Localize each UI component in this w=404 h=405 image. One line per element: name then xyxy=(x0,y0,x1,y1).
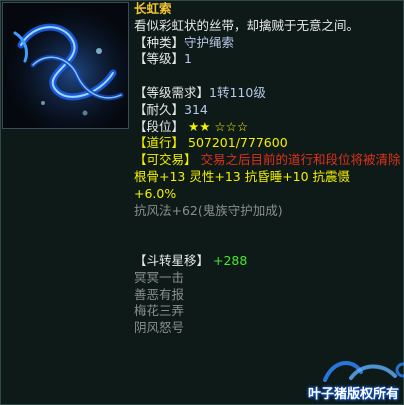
rank-empty-stars-icon: ☆☆☆ xyxy=(214,118,249,134)
skill-item: 梅花三弄 xyxy=(134,303,185,319)
item-stats-line-1: 根骨+13 灵性+13 抗昏睡+10 抗震慑 xyxy=(134,168,351,184)
item-tooltip-panel: 长虹索 看似彩虹状的丝带，却擒贼于无意之间。 【种类】守护绳索 【等级】1 【等… xyxy=(0,0,404,405)
item-durability-row: 【耐久】314 xyxy=(134,102,402,119)
item-trade-row: 【可交易】 交易之后目前的道行和段位将被清除 xyxy=(134,152,402,169)
item-dao-row: 【道行】 507201/777600 xyxy=(134,135,402,152)
item-info: 长虹索 看似彩虹状的丝带，却擒贼于无意之间。 【种类】守护绳索 【等级】1 【等… xyxy=(134,1,402,337)
item-type-label: 【种类】 xyxy=(134,34,185,50)
watermark-text: 叶子猪版权所有 xyxy=(307,387,399,402)
item-requirement-label: 【等级需求】 xyxy=(134,84,210,100)
item-description: 看似彩虹状的丝带，却擒贼于无意之间。 xyxy=(134,17,360,33)
item-level-label: 【等级】 xyxy=(134,51,185,67)
item-dao-value: 507201/777600 xyxy=(188,135,288,151)
item-dao-label: 【道行】 xyxy=(134,135,185,151)
rope-ribbon-illustration xyxy=(3,3,128,128)
item-rank-row: 【段位】 ★★ ☆☆☆ xyxy=(134,119,402,136)
item-rank-label: 【段位】 xyxy=(134,118,185,134)
skill-item: 冥冥一击 xyxy=(134,269,185,285)
item-type-row: 【种类】守护绳索 xyxy=(134,35,402,52)
item-level-row: 【等级】1 xyxy=(134,51,402,68)
star-move-value: +288 xyxy=(213,252,248,268)
skill-item: 阴风怒号 xyxy=(134,320,185,336)
item-durability-label: 【耐久】 xyxy=(134,101,185,117)
item-resist-line: 抗风法+62(鬼族守护加成) xyxy=(134,202,283,218)
rainbow-rope-item-icon xyxy=(2,2,129,129)
item-requirement-value: 1转110级 xyxy=(209,84,266,100)
item-level-value: 1 xyxy=(184,51,192,67)
item-trade-label: 【可交易】 xyxy=(134,152,197,168)
item-requirement-row: 【等级需求】1转110级 xyxy=(134,85,402,102)
item-type-value: 守护绳索 xyxy=(184,34,235,50)
watermark: 叶子猪版权所有 xyxy=(299,354,404,404)
item-trade-value: 交易之后目前的道行和段位将被清除 xyxy=(200,152,401,168)
item-durability-value: 314 xyxy=(184,101,208,117)
yezizhu-logo-icon xyxy=(323,361,404,382)
item-name: 长虹索 xyxy=(134,1,172,16)
skill-item: 善恶有报 xyxy=(134,286,185,302)
rank-filled-stars-icon: ★★ xyxy=(188,118,211,134)
star-move-label: 【斗转星移】 xyxy=(134,252,210,268)
item-stats-line-2: +6.0% xyxy=(134,185,177,201)
star-move-row: 【斗转星移】 +288 xyxy=(134,253,402,270)
